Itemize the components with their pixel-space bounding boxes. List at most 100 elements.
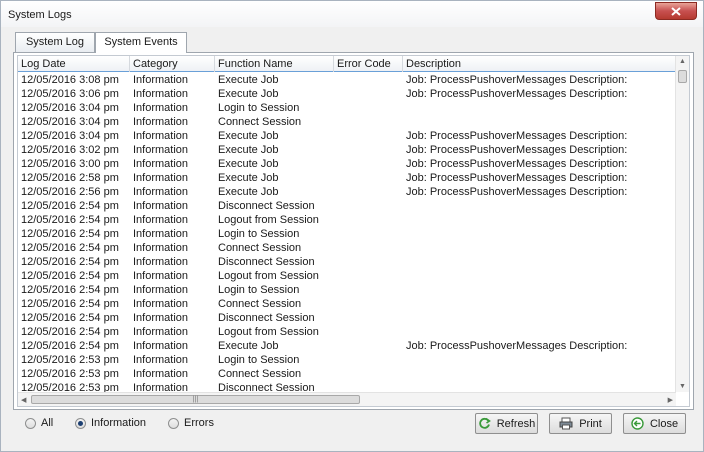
window-close-button[interactable] xyxy=(655,2,697,20)
table-row[interactable]: 12/05/2016 3:04 pm Information Login to Se… xyxy=(18,101,676,115)
vertical-scrollbar[interactable]: ▲ ▼ xyxy=(675,56,689,392)
cell-log-date: 12/05/2016 2:54 pm xyxy=(21,298,119,310)
cell-function-name: Execute Job xyxy=(218,340,279,352)
scroll-up-icon[interactable]: ▲ xyxy=(679,58,686,65)
cell-log-date: 12/05/2016 3:04 pm xyxy=(21,102,119,114)
table-row[interactable]: 12/05/2016 3:00 pm Information Execute Job… xyxy=(18,157,676,171)
cell-category: Information xyxy=(133,158,189,170)
vertical-scroll-thumb[interactable] xyxy=(678,70,687,83)
table-row[interactable]: 12/05/2016 3:06 pm Information Execute Job… xyxy=(18,87,676,101)
table-row[interactable]: 12/05/2016 2:54 pm Information Login to Se… xyxy=(18,283,676,297)
cell-description: Job: ProcessPushoverMessages Description… xyxy=(406,74,628,86)
refresh-button[interactable]: Refresh xyxy=(475,413,538,434)
cell-category: Information xyxy=(133,270,189,282)
column-header-log-date[interactable]: Log Date xyxy=(18,56,130,72)
print-button[interactable]: Print xyxy=(549,413,612,434)
table-row[interactable]: 12/05/2016 2:54 pm Information Disconnect … xyxy=(18,255,676,269)
cell-category: Information xyxy=(133,340,189,352)
cell-description: Job: ProcessPushoverMessages Description… xyxy=(406,144,628,156)
cell-function-name: Connect Session xyxy=(218,298,302,310)
table-row[interactable]: 12/05/2016 3:02 pm Information Execute Job… xyxy=(18,143,676,157)
radio-information-circle[interactable] xyxy=(75,417,86,429)
cell-log-date: 12/05/2016 3:00 pm xyxy=(21,158,119,170)
table-row[interactable]: 12/05/2016 2:53 pm Information Connect Ses… xyxy=(18,367,676,381)
table-row[interactable]: 12/05/2016 2:58 pm Information Execute Job… xyxy=(18,171,676,185)
tab-system-events[interactable]: System Events xyxy=(95,32,187,53)
cell-log-date: 12/05/2016 3:08 pm xyxy=(21,74,119,86)
table-row[interactable]: 12/05/2016 2:54 pm Information Connect Ses… xyxy=(18,241,676,255)
cell-category: Information xyxy=(133,130,189,142)
cell-function-name: Execute Job xyxy=(218,88,279,100)
scroll-down-icon[interactable]: ▼ xyxy=(679,383,686,390)
cell-category: Information xyxy=(133,172,189,184)
cell-category: Information xyxy=(133,144,189,156)
radio-label: Information xyxy=(91,417,147,429)
cell-log-date: 12/05/2016 2:54 pm xyxy=(21,228,119,240)
cell-log-date: 12/05/2016 2:54 pm xyxy=(21,214,119,226)
events-grid[interactable]: Log Date Category Function Name Error Co… xyxy=(17,55,690,407)
cell-log-date: 12/05/2016 3:04 pm xyxy=(21,116,119,128)
window-title: System Logs xyxy=(8,9,72,21)
radio-errors-circle[interactable] xyxy=(168,417,179,429)
column-header-function-name[interactable]: Function Name xyxy=(215,56,334,72)
cell-log-date: 12/05/2016 3:02 pm xyxy=(21,144,119,156)
column-header-error-code[interactable]: Error Code xyxy=(334,56,403,72)
scroll-right-icon[interactable]: ▶ xyxy=(668,396,673,404)
back-arrow-icon xyxy=(631,417,644,430)
table-row[interactable]: 12/05/2016 2:54 pm Information Logout from… xyxy=(18,213,676,227)
table-row[interactable]: 12/05/2016 2:53 pm Information Login to Se… xyxy=(18,353,676,367)
cell-log-date: 12/05/2016 2:54 pm xyxy=(21,326,119,338)
cell-category: Information xyxy=(133,186,189,198)
title-bar: System Logs xyxy=(1,1,703,27)
radio-all[interactable]: All xyxy=(25,417,53,429)
grid-header: Log Date Category Function Name Error Co… xyxy=(18,56,676,72)
cell-function-name: Login to Session xyxy=(218,354,300,366)
radio-all-circle[interactable] xyxy=(25,417,36,429)
scroll-left-icon[interactable]: ◀ xyxy=(21,396,26,404)
cell-description: Job: ProcessPushoverMessages Description… xyxy=(406,340,628,352)
cell-log-date: 12/05/2016 2:54 pm xyxy=(21,340,119,352)
horizontal-scroll-thumb[interactable]: ||| xyxy=(31,395,360,404)
table-row[interactable]: 12/05/2016 2:54 pm Information Logout from… xyxy=(18,269,676,283)
column-header-description[interactable]: Description xyxy=(403,56,676,72)
table-row[interactable]: 12/05/2016 2:56 pm Information Execute Job… xyxy=(18,185,676,199)
cell-category: Information xyxy=(133,312,189,324)
cell-log-date: 12/05/2016 2:53 pm xyxy=(21,354,119,366)
cell-category: Information xyxy=(133,228,189,240)
horizontal-scrollbar[interactable]: ◀ ||| ▶ xyxy=(18,392,676,406)
system-logs-window: System Logs System Log System Events Log… xyxy=(0,0,704,452)
table-row[interactable]: 12/05/2016 2:54 pm Information Connect Ses… xyxy=(18,297,676,311)
column-header-category[interactable]: Category xyxy=(130,56,215,72)
cell-category: Information xyxy=(133,116,189,128)
cell-function-name: Connect Session xyxy=(218,116,302,128)
cell-function-name: Connect Session xyxy=(218,242,302,254)
cell-function-name: Disconnect Session xyxy=(218,256,315,268)
cell-function-name: Execute Job xyxy=(218,74,279,86)
cell-function-name: Execute Job xyxy=(218,186,279,198)
table-row[interactable]: 12/05/2016 2:54 pm Information Disconnect … xyxy=(18,199,676,213)
radio-errors[interactable]: Errors xyxy=(168,417,214,429)
print-label: Print xyxy=(579,417,602,430)
close-icon xyxy=(671,6,681,16)
table-row[interactable]: 12/05/2016 2:54 pm Information Disconnect … xyxy=(18,311,676,325)
cell-category: Information xyxy=(133,214,189,226)
tab-system-log[interactable]: System Log xyxy=(15,32,95,52)
tab-label: System Events xyxy=(104,36,178,48)
cell-log-date: 12/05/2016 2:54 pm xyxy=(21,270,119,282)
close-label: Close xyxy=(649,417,679,430)
cell-category: Information xyxy=(133,368,189,380)
cell-category: Information xyxy=(133,88,189,100)
cell-description: Job: ProcessPushoverMessages Description… xyxy=(406,88,628,100)
cell-log-date: 12/05/2016 2:56 pm xyxy=(21,186,119,198)
table-row[interactable]: 12/05/2016 2:54 pm Information Logout from… xyxy=(18,325,676,339)
table-row[interactable]: 12/05/2016 3:04 pm Information Connect Ses… xyxy=(18,115,676,129)
table-row[interactable]: 12/05/2016 3:04 pm Information Execute Job… xyxy=(18,129,676,143)
table-row[interactable]: 12/05/2016 2:54 pm Information Execute Job… xyxy=(18,339,676,353)
refresh-label: Refresh xyxy=(496,417,536,430)
cell-function-name: Login to Session xyxy=(218,228,300,240)
cell-category: Information xyxy=(133,284,189,296)
table-row[interactable]: 12/05/2016 3:08 pm Information Execute Job… xyxy=(18,73,676,87)
radio-information[interactable]: Information xyxy=(75,417,146,429)
table-row[interactable]: 12/05/2016 2:54 pm Information Login to Se… xyxy=(18,227,676,241)
close-button[interactable]: Close xyxy=(623,413,686,434)
